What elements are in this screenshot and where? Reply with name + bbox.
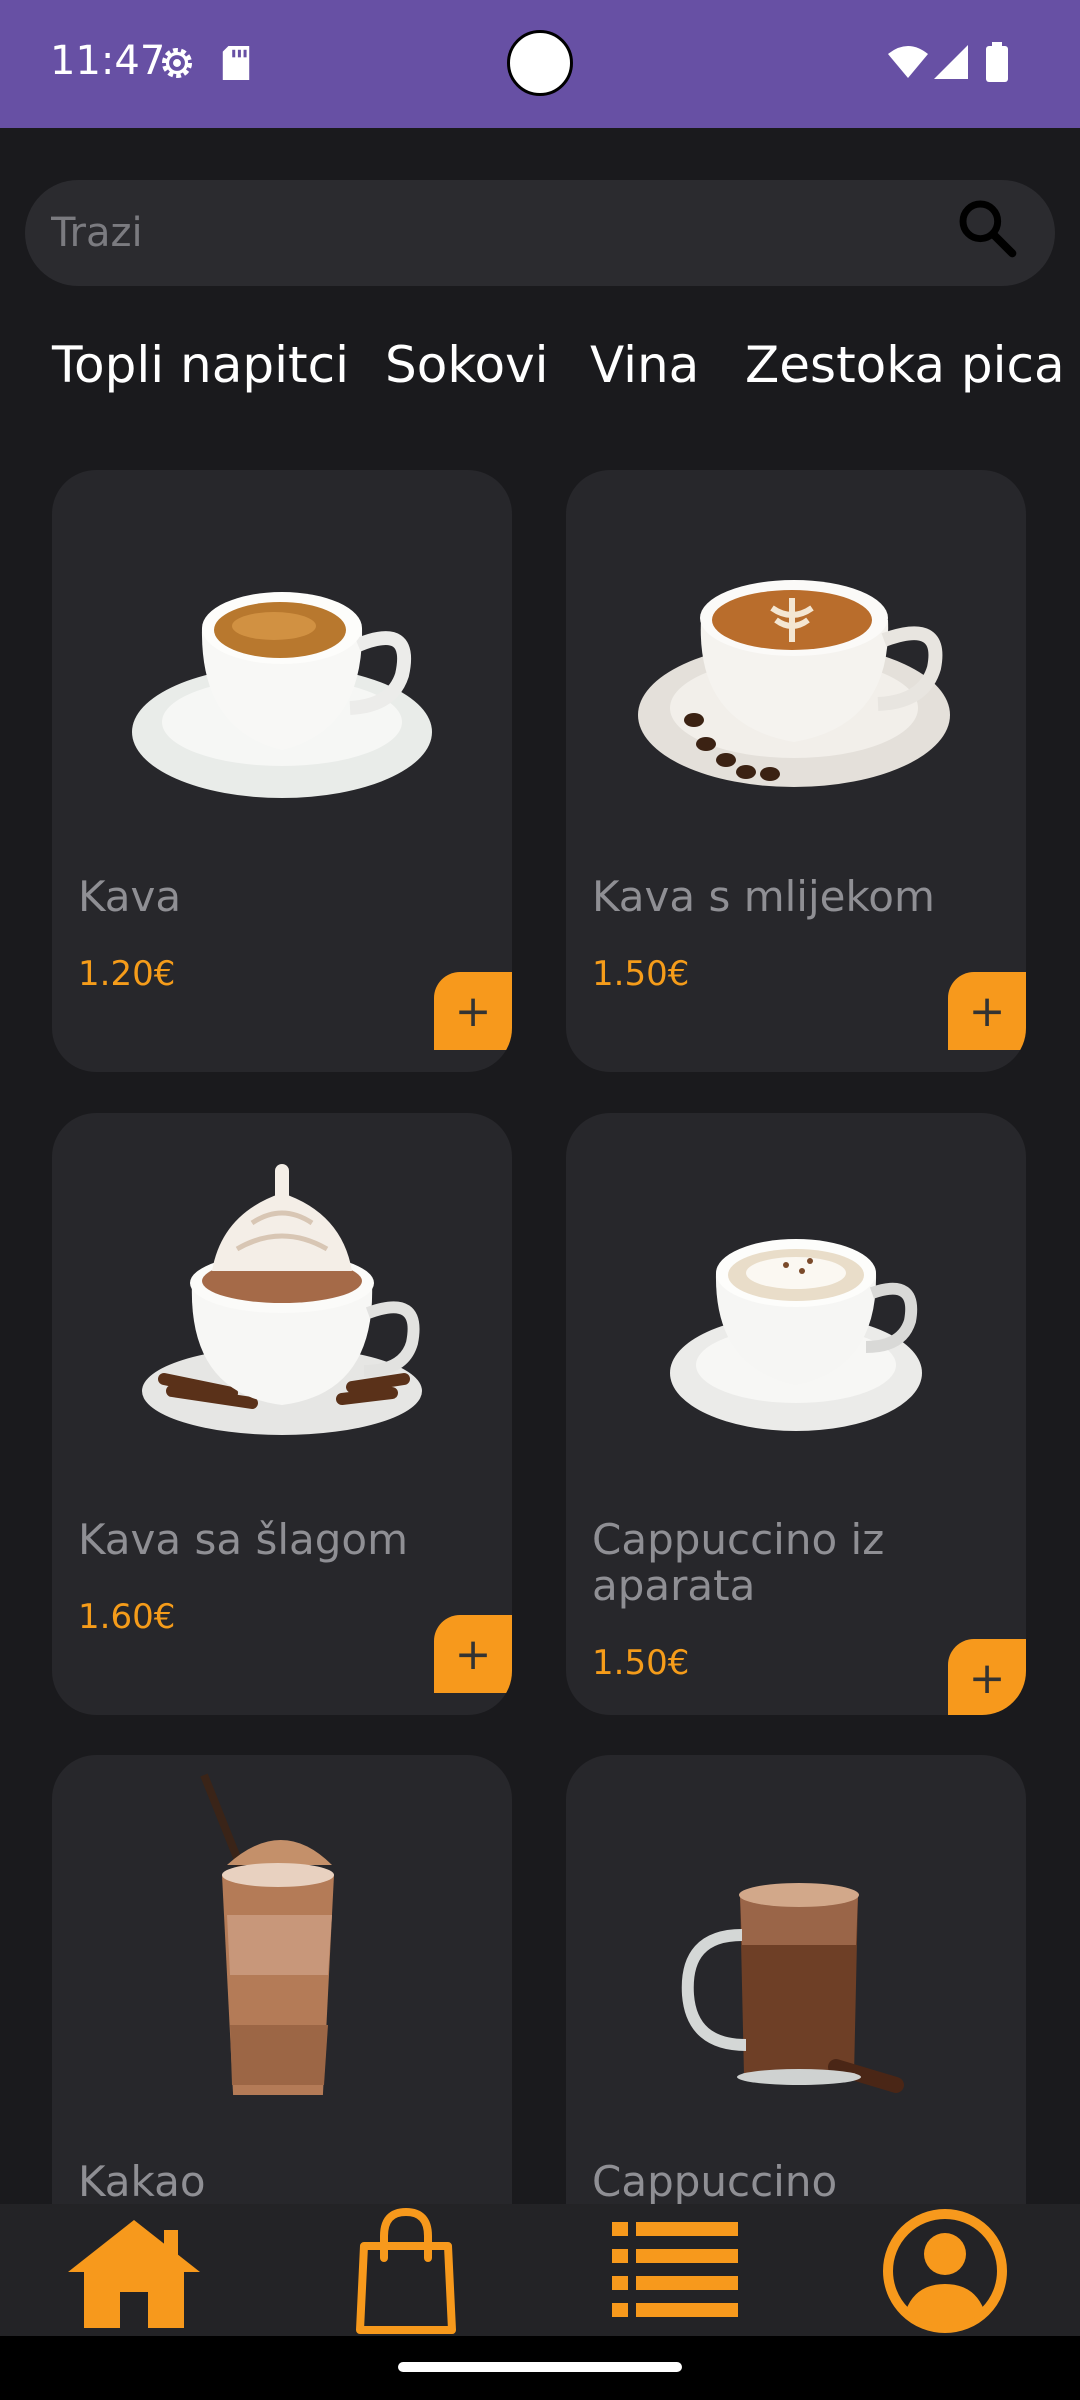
shopping-bag-icon[interactable]: [354, 2206, 458, 2334]
status-bar: 11:47: [0, 0, 1080, 128]
plus-icon: +: [968, 985, 1006, 1037]
cappuccino-glass-mug-image: [681, 1883, 904, 2093]
search-input[interactable]: [51, 180, 951, 286]
tab-zestoka-pica[interactable]: Zestoka pica: [745, 336, 1065, 394]
product-price: 1.50€: [592, 954, 690, 994]
product-card[interactable]: Cappuccino: [566, 1755, 1026, 2255]
tab-topli-napitci[interactable]: Topli napitci: [52, 336, 349, 394]
camera-cutout: [507, 30, 573, 96]
settings-icon: [161, 47, 193, 79]
latte-cup-image: [638, 580, 950, 787]
product-card[interactable]: Kava s mlijekom 1.50€ +: [566, 470, 1026, 1072]
product-name: Cappuccino iz aparata: [592, 1515, 885, 1610]
plus-icon: +: [454, 985, 492, 1037]
product-price: 1.20€: [78, 954, 176, 994]
espresso-cup-image: [132, 592, 432, 798]
add-to-cart-button[interactable]: +: [948, 972, 1026, 1050]
home-icon[interactable]: [64, 2216, 204, 2328]
product-name: Kava s mlijekom: [592, 872, 935, 921]
status-time: 11:47: [50, 38, 166, 84]
search-icon[interactable]: [955, 196, 1019, 260]
cappuccino-cup-image: [670, 1239, 922, 1431]
product-card[interactable]: Kava sa šlagom 1.60€ +: [52, 1113, 512, 1715]
sd-card-icon: [222, 46, 250, 80]
product-card[interactable]: Kava 1.20€ +: [52, 470, 512, 1072]
plus-icon: +: [454, 1628, 492, 1680]
product-card[interactable]: Cappuccino iz aparata 1.50€ +: [566, 1113, 1026, 1715]
whipped-cream-cup-image: [142, 1164, 422, 1435]
product-price: 1.60€: [78, 1597, 176, 1637]
add-to-cart-button[interactable]: +: [434, 972, 512, 1050]
add-to-cart-button[interactable]: +: [948, 1639, 1026, 1715]
tab-vina[interactable]: Vina: [590, 336, 699, 394]
list-icon[interactable]: [612, 2222, 738, 2318]
product-name: Cappuccino: [592, 2157, 838, 2206]
plus-icon: +: [968, 1652, 1006, 1704]
product-name: Kava: [78, 872, 182, 921]
bottom-navigation: [0, 2204, 1080, 2336]
battery-icon: [986, 42, 1008, 82]
iced-cocoa-glass-image: [200, 1773, 334, 2095]
product-name: Kava sa šlagom: [78, 1515, 409, 1564]
product-price: 1.50€: [592, 1643, 690, 1683]
product-card[interactable]: Kakao: [52, 1755, 512, 2255]
category-tabs: Topli napitci Sokovi Vina Zestoka pica: [0, 336, 1080, 416]
product-name: Kakao: [78, 2157, 206, 2206]
search-bar[interactable]: [25, 180, 1055, 286]
add-to-cart-button[interactable]: +: [434, 1615, 512, 1693]
tab-sokovi[interactable]: Sokovi: [385, 336, 549, 394]
home-gesture-handle[interactable]: [398, 2362, 682, 2372]
signal-icon: [934, 45, 968, 79]
profile-icon[interactable]: [882, 2208, 1008, 2334]
wifi-icon: [888, 46, 928, 78]
